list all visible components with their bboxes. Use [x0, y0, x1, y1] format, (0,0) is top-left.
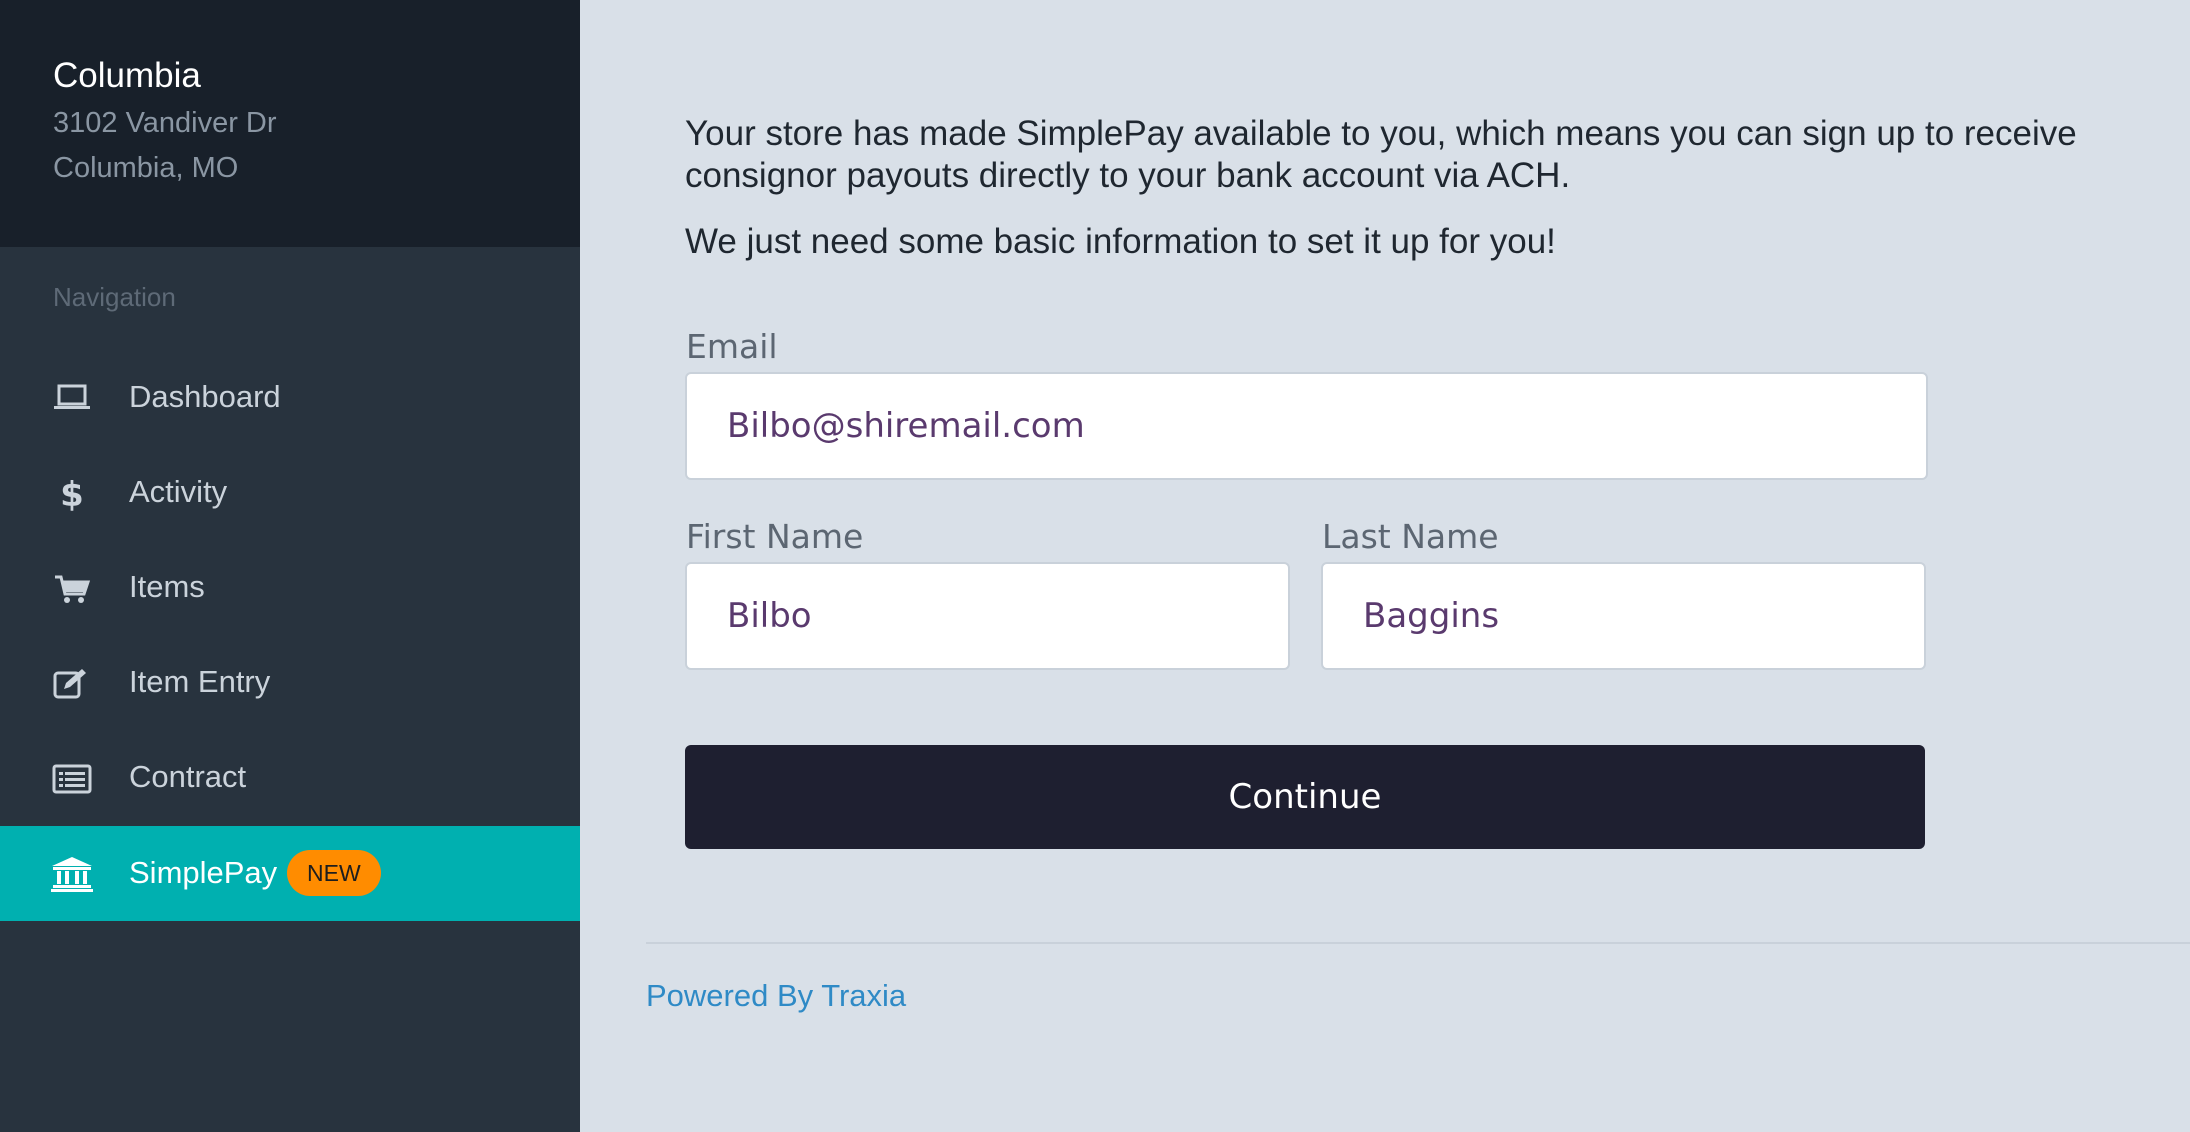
store-address-line2: Columbia, MO: [53, 152, 239, 184]
store-name: Columbia: [53, 56, 201, 95]
first-name-label: First Name: [686, 517, 864, 556]
new-badge: NEW: [287, 850, 381, 896]
main-content: Your store has made SimplePay available …: [580, 0, 2190, 1132]
sidebar-item-simplepay[interactable]: SimplePay NEW: [0, 826, 580, 921]
nav-heading: Navigation: [53, 282, 176, 312]
last-name-label: Last Name: [1322, 517, 1499, 556]
first-name-field[interactable]: [685, 562, 1290, 670]
sidebar-item-label: SimplePay: [129, 855, 278, 890]
edit-icon: [50, 665, 94, 701]
store-address-line1: 3102 Vandiver Dr: [53, 107, 277, 139]
email-field[interactable]: [685, 372, 1928, 480]
sidebar-item-activity[interactable]: $ Activity: [0, 445, 580, 540]
sidebar-item-label: Contract: [129, 759, 247, 794]
powered-by-link[interactable]: Powered By Traxia: [646, 978, 906, 1014]
laptop-icon: [50, 380, 94, 416]
sidebar-item-label: Dashboard: [129, 379, 281, 414]
intro-subtext: We just need some basic information to s…: [685, 222, 1556, 261]
intro-text: Your store has made SimplePay available …: [685, 114, 2077, 195]
continue-button[interactable]: Continue: [685, 745, 1925, 849]
sidebar-item-contract[interactable]: Contract: [0, 730, 580, 825]
app: Columbia 3102 Vandiver Dr Columbia, MO N…: [0, 0, 2190, 1132]
sidebar-item-item-entry[interactable]: Item Entry: [0, 635, 580, 730]
sidebar-item-dashboard[interactable]: Dashboard: [0, 350, 580, 445]
sidebar-item-label: Items: [129, 569, 205, 604]
cart-icon: [50, 570, 94, 606]
bank-icon: [50, 856, 94, 892]
store-header: Columbia 3102 Vandiver Dr Columbia, MO: [0, 0, 580, 247]
footer-divider: [646, 942, 2190, 944]
sidebar-item-items[interactable]: Items: [0, 540, 580, 635]
email-label: Email: [686, 327, 778, 366]
sidebar: Columbia 3102 Vandiver Dr Columbia, MO N…: [0, 0, 580, 1132]
last-name-field[interactable]: [1321, 562, 1926, 670]
list-icon: [50, 760, 94, 796]
dollar-icon: $: [50, 475, 94, 511]
sidebar-item-label: Activity: [129, 474, 228, 509]
svg-text:$: $: [60, 475, 84, 511]
sidebar-item-label: Item Entry: [129, 664, 271, 699]
